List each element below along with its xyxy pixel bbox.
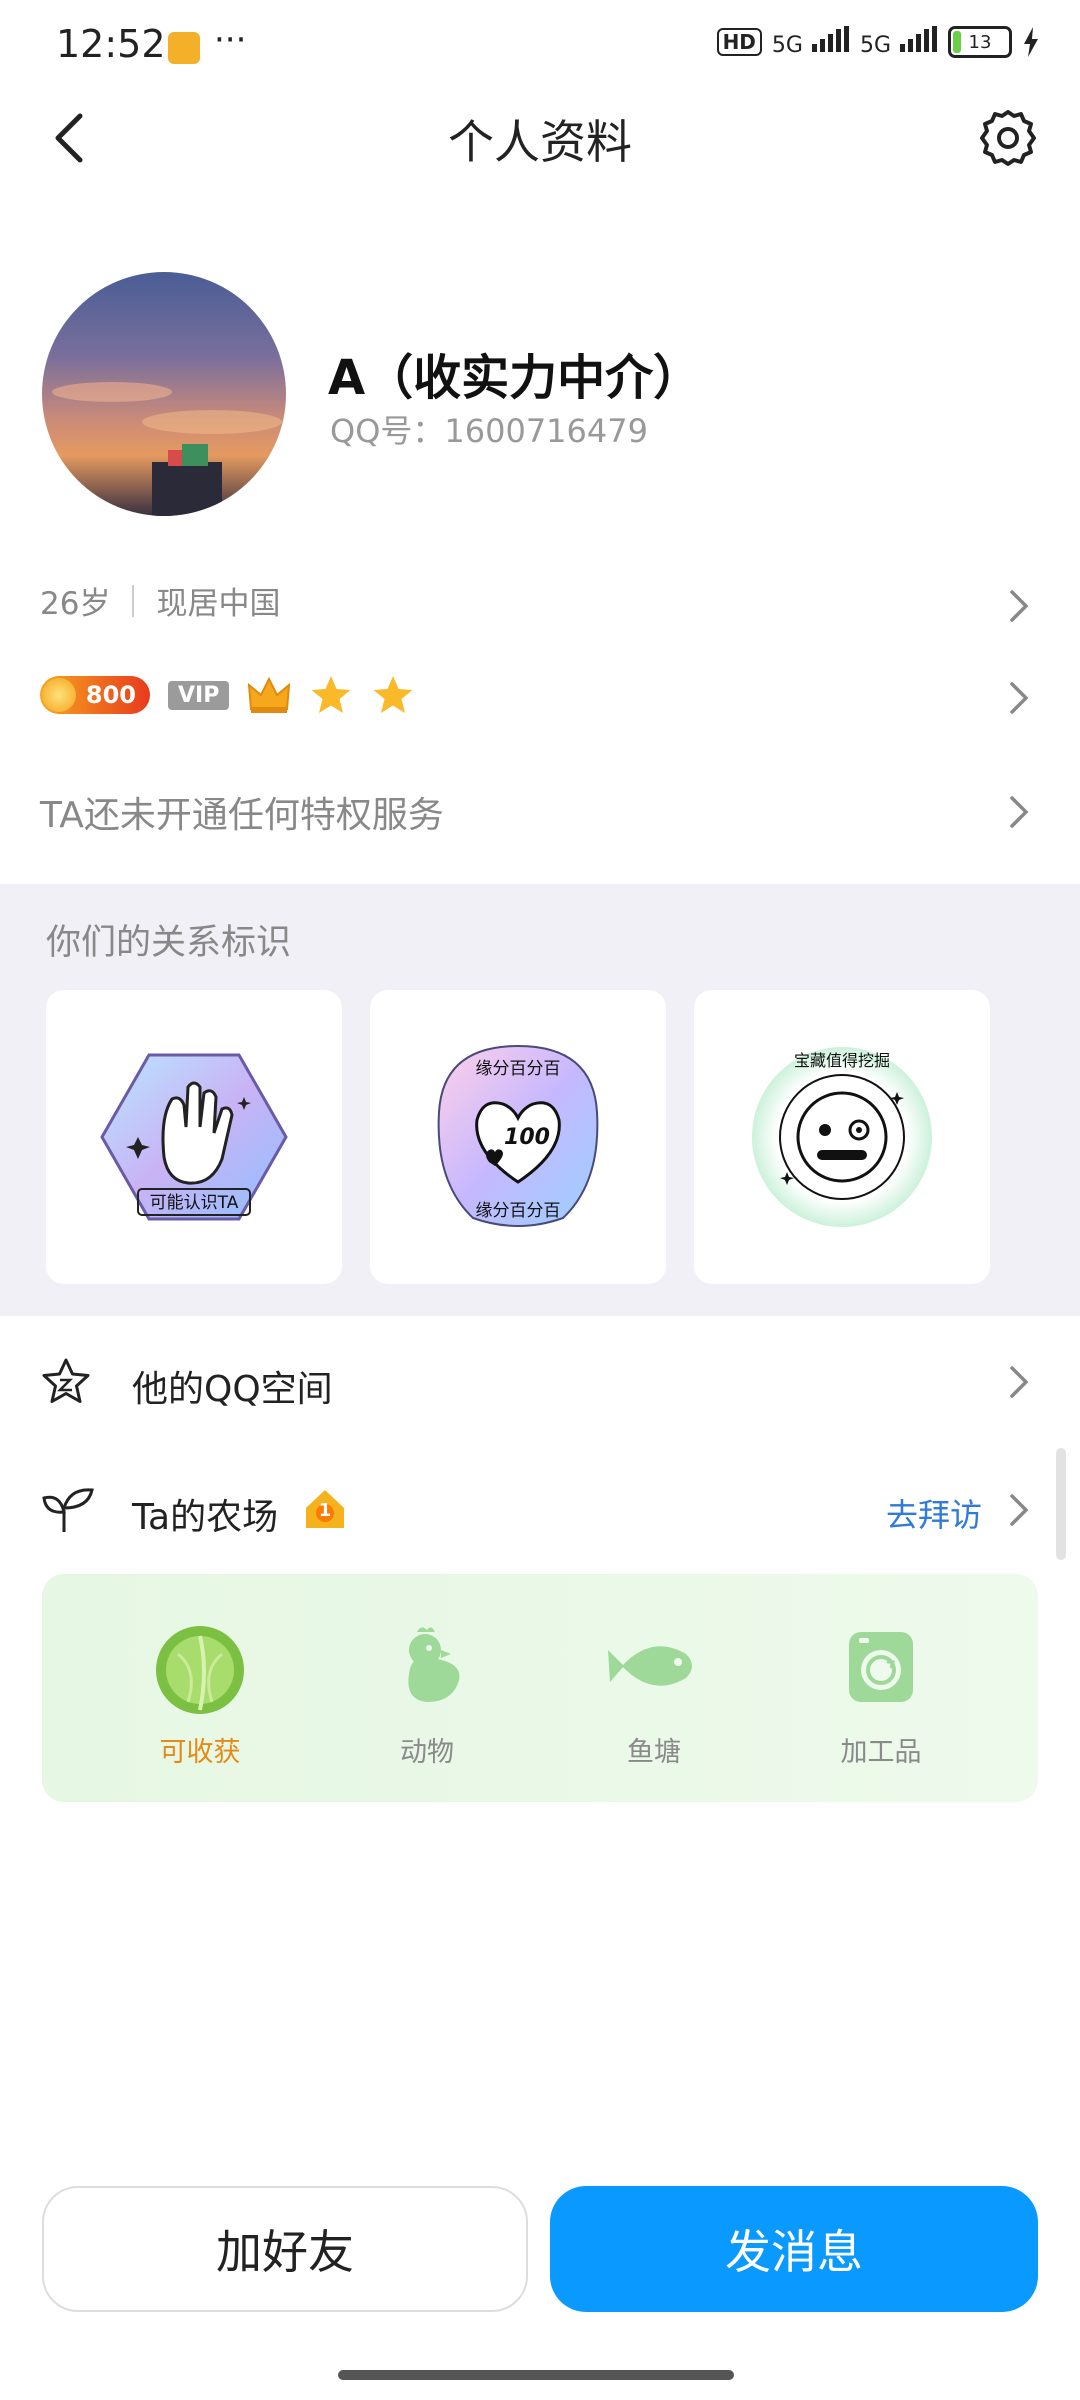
chevron-right-icon[interactable] bbox=[1004, 678, 1034, 718]
star-icon bbox=[373, 676, 413, 713]
location: 现居中国 bbox=[156, 586, 281, 622]
age: 26岁 bbox=[40, 586, 111, 622]
crown-icon bbox=[248, 676, 291, 713]
status-more: ··· bbox=[214, 20, 247, 60]
settings-button[interactable] bbox=[976, 106, 1040, 170]
cabbage-icon bbox=[156, 1626, 244, 1714]
avatar[interactable] bbox=[42, 272, 286, 516]
signal-5g-1: 5G bbox=[772, 26, 850, 58]
relationship-card[interactable]: 缘分百分百 100 缘分百分百 bbox=[370, 990, 666, 1284]
badges-row[interactable]: 800 VIP bbox=[40, 674, 415, 716]
farm-item-label: 动物 bbox=[400, 1737, 454, 1768]
chevron-right-icon[interactable] bbox=[1004, 792, 1034, 832]
avatar-image bbox=[52, 382, 282, 516]
farm-item-animals[interactable]: 动物 bbox=[357, 1614, 497, 1769]
farm-item-processing[interactable]: 加工品 bbox=[811, 1614, 951, 1769]
chevron-right-icon bbox=[1010, 1366, 1029, 1398]
nickname: A（收实力中介） bbox=[328, 350, 702, 406]
qzone-label: 他的QQ空间 bbox=[132, 1369, 333, 1410]
signal-bars-icon bbox=[811, 26, 849, 52]
farm-item-label: 鱼塘 bbox=[627, 1737, 681, 1768]
card-label: 可能认识TA bbox=[150, 1193, 239, 1213]
heart-badge-icon: 缘分百分百 100 缘分百分百 bbox=[437, 1044, 599, 1227]
processing-icon bbox=[849, 1632, 913, 1702]
status-right: HD 5G 5G 13 bbox=[716, 26, 1040, 58]
farm-visit-link[interactable]: 去拜访 bbox=[886, 1490, 982, 1536]
send-message-button[interactable]: 发消息 bbox=[550, 2186, 1038, 2312]
privilege-text[interactable]: TA还未开通任何特权服务 bbox=[40, 786, 444, 838]
wave-hand-icon: 可能认识TA bbox=[100, 1053, 288, 1221]
hd-icon: HD bbox=[716, 28, 762, 56]
chevron-right-icon[interactable] bbox=[1004, 586, 1034, 626]
sprout-icon bbox=[42, 1488, 94, 1532]
signal-5g-2: 5G bbox=[860, 26, 938, 58]
badge-100: 100 bbox=[504, 1125, 550, 1150]
status-time: 12:52 bbox=[56, 22, 166, 66]
card-bottom-text: 缘分百分百 bbox=[476, 1201, 561, 1221]
relationship-card[interactable]: 宝藏值得挖掘 bbox=[694, 990, 990, 1284]
divider bbox=[132, 584, 135, 617]
star-icon bbox=[311, 676, 351, 713]
charging-icon bbox=[1024, 27, 1038, 57]
chicken-icon bbox=[408, 1627, 460, 1702]
relationship-card[interactable]: 可能认识TA bbox=[46, 990, 342, 1284]
face-badge-icon: 宝藏值得挖掘 bbox=[752, 1047, 932, 1227]
qq-number: QQ号：1600716479 bbox=[330, 412, 648, 450]
farm-item-label: 加工品 bbox=[840, 1737, 922, 1768]
scrollbar[interactable] bbox=[1056, 1448, 1066, 1560]
farm-label: Ta的农场 bbox=[132, 1497, 279, 1538]
page-title: 个人资料 bbox=[448, 115, 632, 169]
farm-level-badge: 1 bbox=[302, 1486, 348, 1532]
signal-bars-icon bbox=[900, 26, 937, 52]
farm-item-harvest[interactable]: 可收获 bbox=[130, 1614, 270, 1769]
farm-item-fishpond[interactable]: 鱼塘 bbox=[584, 1614, 724, 1769]
coin-icon bbox=[42, 678, 76, 712]
farm-item-label: 可收获 bbox=[159, 1737, 241, 1768]
qzone-star-icon bbox=[42, 1358, 90, 1403]
basic-info-row[interactable]: 26岁 现居中国 bbox=[40, 578, 280, 623]
chevron-right-icon bbox=[1010, 1494, 1029, 1526]
gear-icon bbox=[980, 110, 1036, 166]
relationship-title: 你们的关系标识 bbox=[46, 923, 292, 963]
battery-icon: 13 bbox=[948, 26, 1012, 58]
fish-icon bbox=[608, 1646, 692, 1686]
ring-text: 宝藏值得挖掘 bbox=[794, 1051, 890, 1070]
card-top-text: 缘分百分百 bbox=[476, 1059, 561, 1079]
add-friend-button[interactable]: 加好友 bbox=[42, 2186, 528, 2312]
home-indicator[interactable] bbox=[338, 2370, 734, 2380]
coin-badge: 800 bbox=[40, 676, 150, 714]
vip-badge: VIP bbox=[168, 680, 230, 710]
notification-app-icon bbox=[168, 32, 200, 64]
